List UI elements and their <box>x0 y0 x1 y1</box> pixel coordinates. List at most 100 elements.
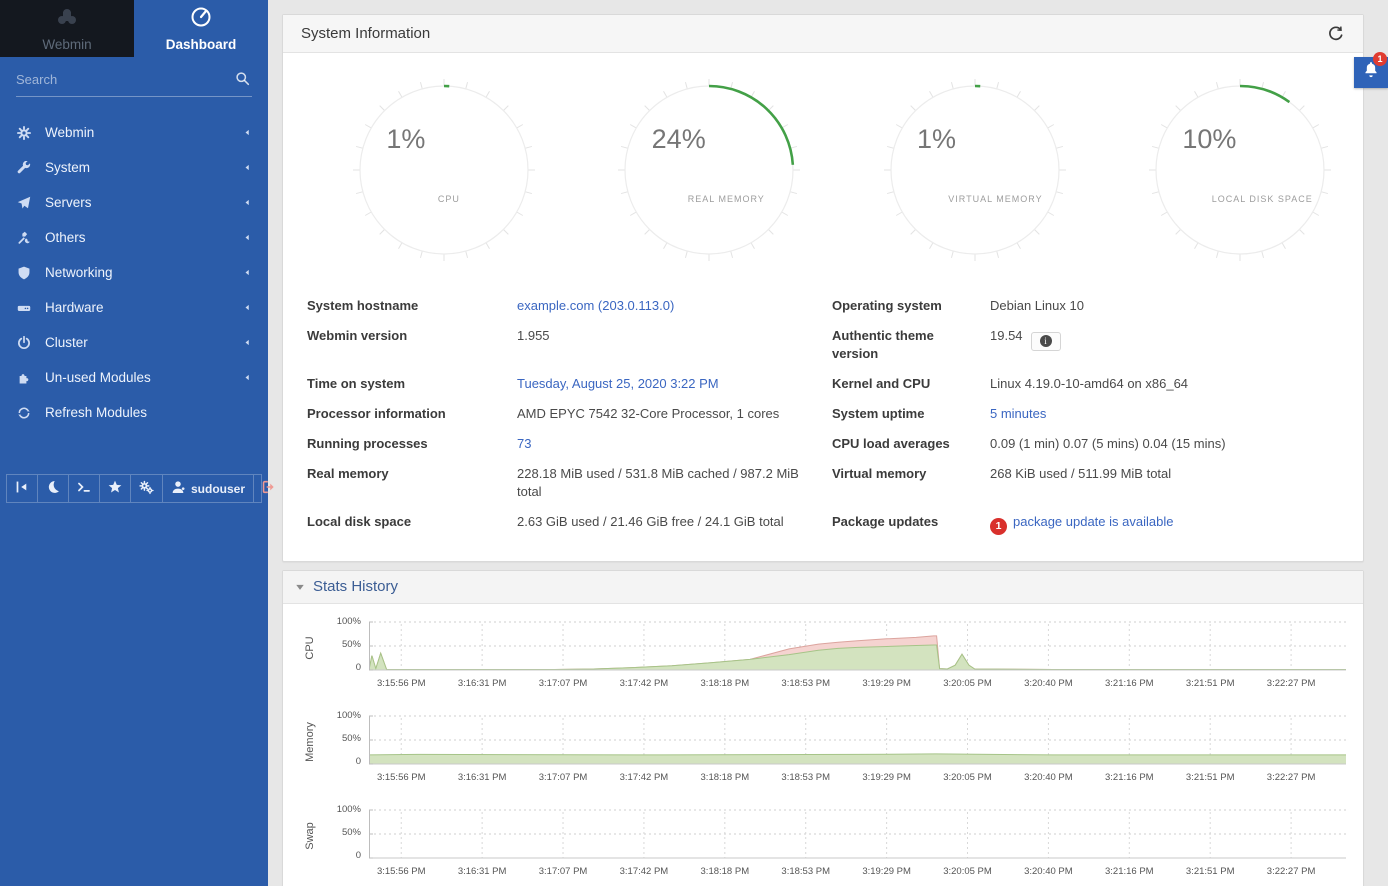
svg-text:3:15:56 PM: 3:15:56 PM <box>377 678 426 689</box>
chart-plot-wrap: 3:15:56 PM3:16:31 PM3:17:07 PM3:17:42 PM… <box>369 618 1363 701</box>
svg-text:3:21:16 PM: 3:21:16 PM <box>1105 866 1154 877</box>
info-label-webmin-version: Webmin version <box>307 327 517 375</box>
svg-text:3:21:51 PM: 3:21:51 PM <box>1186 866 1235 877</box>
svg-text:3:19:29 PM: 3:19:29 PM <box>862 866 911 877</box>
info-link[interactable]: example.com (203.0.113.0) <box>517 298 674 313</box>
info-label-local-disk-space: Local disk space <box>307 513 517 547</box>
sidebar-item-un-used-modules[interactable]: Un-used Modules <box>0 360 268 395</box>
power-icon <box>16 334 32 352</box>
info-link[interactable]: 73 <box>517 436 531 451</box>
info-link[interactable]: Tuesday, August 25, 2020 3:22 PM <box>517 376 719 391</box>
collapse-icon <box>15 480 29 497</box>
svg-text:3:18:18 PM: 3:18:18 PM <box>701 678 750 689</box>
info-text: 0.09 (1 min) 0.07 (5 mins) 0.04 (15 mins… <box>990 436 1226 451</box>
svg-text:3:18:18 PM: 3:18:18 PM <box>701 772 750 783</box>
sidebar-item-label: System <box>45 160 243 175</box>
ytick-100: 100% <box>337 804 361 815</box>
sidebar-item-others[interactable]: Others <box>0 220 268 255</box>
user-menu[interactable]: sudouser <box>163 475 254 502</box>
sidebar-item-label: Hardware <box>45 300 243 315</box>
svg-text:3:17:42 PM: 3:17:42 PM <box>620 866 669 877</box>
shield-icon <box>16 264 32 282</box>
search-input[interactable] <box>16 72 252 87</box>
favorites-button[interactable] <box>100 475 131 502</box>
webmin-logo-icon <box>55 6 79 33</box>
tab-webmin[interactable]: Webmin <box>0 0 134 57</box>
caret-left-icon <box>243 338 252 347</box>
terminal-button[interactable] <box>69 475 100 502</box>
svg-text:3:22:27 PM: 3:22:27 PM <box>1267 866 1316 877</box>
svg-text:3:17:42 PM: 3:17:42 PM <box>620 772 669 783</box>
caret-left-icon <box>243 373 252 382</box>
stats-charts: CPU100%50%03:15:56 PM3:16:31 PM3:17:07 P… <box>283 604 1363 886</box>
info-label-running-processes: Running processes <box>307 435 517 465</box>
info-text: 268 KiB used / 511.99 MiB total <box>990 466 1171 481</box>
info-link[interactable]: 5 minutes <box>990 406 1046 421</box>
sidebar-item-servers[interactable]: Servers <box>0 185 268 220</box>
svg-text:3:16:31 PM: 3:16:31 PM <box>458 678 507 689</box>
svg-text:3:17:07 PM: 3:17:07 PM <box>539 772 588 783</box>
sidebar-item-label: Others <box>45 230 243 245</box>
gauge-value: 10% <box>1182 124 1236 155</box>
info-text: AMD EPYC 7542 32-Core Processor, 1 cores <box>517 406 779 421</box>
sidebar-item-system[interactable]: System <box>0 150 268 185</box>
sidebar-item-webmin[interactable]: Webmin <box>0 115 268 150</box>
theme-settings-button[interactable] <box>131 475 163 502</box>
info-label-cpu-load-averages: CPU load averages <box>832 435 990 465</box>
info-value-running-processes: 73 <box>517 435 832 465</box>
chart-ylabels: 100%50%0 <box>323 806 369 868</box>
search-icon[interactable] <box>235 71 250 91</box>
chart-axis-title-memory: Memory <box>297 712 323 774</box>
caret-left-icon <box>243 128 252 137</box>
ytick-100: 100% <box>337 616 361 627</box>
info-value-real-memory: 228.18 MiB used / 531.8 MiB cached / 987… <box>517 465 832 513</box>
gauges-row: 1%CPU24%REAL MEMORY1%VIRTUAL MEMORY10%LO… <box>283 53 1363 263</box>
night-mode-button[interactable] <box>38 475 69 502</box>
gauge-local-disk-space: 10%LOCAL DISK SPACE <box>1147 77 1333 263</box>
theme-info-button[interactable]: i <box>1031 332 1061 351</box>
logout-button[interactable] <box>254 475 284 502</box>
tab-dashboard-label: Dashboard <box>166 37 237 52</box>
info-text: Debian Linux 10 <box>990 298 1084 313</box>
sidebar-tabs: Webmin Dashboard <box>0 0 268 57</box>
svg-text:3:18:18 PM: 3:18:18 PM <box>701 866 750 877</box>
gear-icon <box>16 124 32 142</box>
info-link[interactable]: package update is available <box>1013 514 1173 529</box>
stats-history-header[interactable]: Stats History <box>283 571 1363 604</box>
username-label: sudouser <box>191 482 245 496</box>
caret-left-icon <box>243 233 252 242</box>
search-row <box>16 71 252 97</box>
tools-icon <box>16 229 32 247</box>
svg-text:3:21:51 PM: 3:21:51 PM <box>1186 678 1235 689</box>
info-label-processor-information: Processor information <box>307 405 517 435</box>
info-value-system-hostname: example.com (203.0.113.0) <box>517 297 832 327</box>
sidebar-item-label: Refresh Modules <box>45 405 252 420</box>
sidebar-item-refresh-modules[interactable]: Refresh Modules <box>0 395 268 430</box>
notifications-button[interactable]: 1 <box>1354 57 1388 88</box>
sidebar-item-networking[interactable]: Networking <box>0 255 268 290</box>
sidebar-item-label: Un-used Modules <box>45 370 243 385</box>
hdd-icon <box>16 299 32 317</box>
caret-left-icon <box>243 268 252 277</box>
gauge-dial <box>351 77 537 263</box>
sidebar-item-hardware[interactable]: Hardware <box>0 290 268 325</box>
svg-text:3:21:51 PM: 3:21:51 PM <box>1186 772 1235 783</box>
gauge-dial <box>882 77 1068 263</box>
info-value-authentic-theme-version: 19.54 i <box>990 327 1345 375</box>
svg-text:3:22:27 PM: 3:22:27 PM <box>1267 678 1316 689</box>
info-label-system-hostname: System hostname <box>307 297 517 327</box>
svg-text:3:20:40 PM: 3:20:40 PM <box>1024 678 1073 689</box>
system-information-title: System Information <box>301 25 1327 42</box>
collapse-sidebar-button[interactable] <box>7 475 38 502</box>
gauge-label: REAL MEMORY <box>688 194 765 204</box>
sidebar-item-cluster[interactable]: Cluster <box>0 325 268 360</box>
svg-text:3:20:05 PM: 3:20:05 PM <box>943 866 992 877</box>
info-text: 19.54 <box>990 328 1023 343</box>
gauge-real-memory: 24%REAL MEMORY <box>616 77 802 263</box>
caret-left-icon <box>243 198 252 207</box>
refresh-panel-icon[interactable] <box>1327 25 1345 43</box>
ytick-50: 50% <box>342 827 361 838</box>
gauge-value: 1% <box>386 124 425 155</box>
tab-dashboard[interactable]: Dashboard <box>134 0 268 57</box>
system-information-panel: System Information 1%CPU24%REAL MEMORY1%… <box>282 14 1364 562</box>
